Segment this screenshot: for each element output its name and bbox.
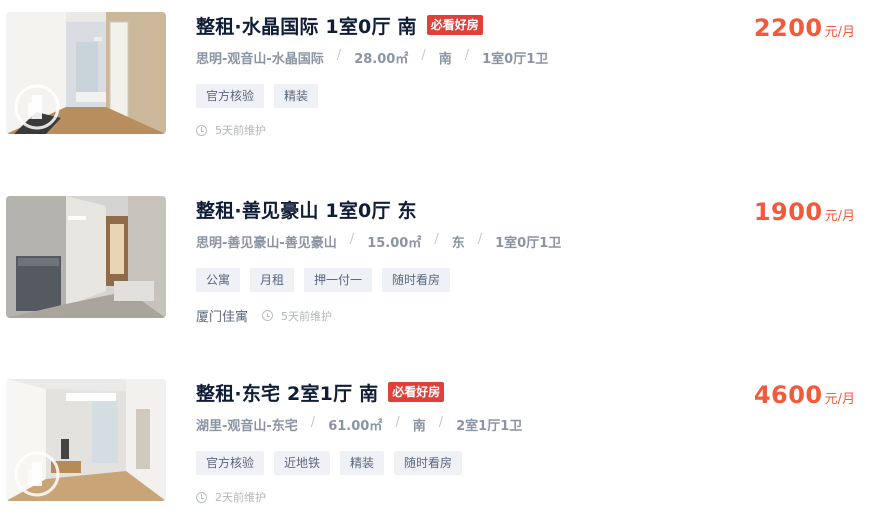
price: 1900 元/月 (754, 198, 855, 226)
price-unit: 元/月 (824, 392, 855, 407)
clock-icon (196, 124, 207, 136)
listing-card[interactable]: 整租·水晶国际 1室0厅 南 必看好房 思明-观音山-水晶国际/ 28.00㎡ /… (0, 12, 871, 152)
tag: 官方核验 (196, 84, 265, 108)
maintained-time: 5天前维护 (281, 309, 333, 323)
tag: 官方核验 (196, 451, 265, 475)
price: 2200 元/月 (754, 14, 855, 42)
room-layout: 2室1厅1卫 (456, 419, 523, 434)
listing-description: 湖里-观音山-东宅/ 61.00㎡ / 南/ 2室1厅1卫 (196, 415, 523, 434)
tag-list: 官方核验 近地铁 精装 随时看房 (196, 451, 472, 475)
price-value: 1900 (753, 198, 823, 226)
listing-title[interactable]: 整租·善见豪山 1室0厅 东 (196, 196, 417, 223)
must-see-badge: 必看好房 (388, 382, 445, 402)
tag: 近地铁 (274, 451, 331, 475)
clock-icon (262, 310, 274, 321)
location[interactable]: 思明-观音山-水晶国际 (196, 48, 324, 67)
listing-meta: 2天前维护 (196, 489, 266, 505)
tag: 精装 (274, 84, 319, 108)
price-unit: 元/月 (824, 209, 855, 224)
area: 28.00㎡ (354, 52, 409, 67)
agency-name[interactable]: 厦门佳寓 (196, 306, 248, 325)
vr-360-icon (14, 84, 60, 130)
orientation: 东 (451, 236, 465, 251)
tag: 押一付一 (304, 268, 373, 292)
area: 61.00㎡ (328, 419, 383, 434)
location[interactable]: 湖里-观音山-东宅 (196, 415, 298, 434)
listing-card[interactable]: 整租·东宅 2室1厅 南 必看好房 湖里-观音山-东宅/ 61.00㎡ / 南 / … (0, 379, 871, 519)
tag: 精装 (340, 451, 385, 475)
maintained-time: 2天前维护 (215, 491, 266, 504)
listing-title[interactable]: 整租·水晶国际 1室0厅 南 (196, 12, 417, 39)
listing-meta: 厦门佳寓 5天前维护 (196, 306, 333, 326)
tag: 随时看房 (382, 268, 451, 292)
listing-description: 思明-观音山-水晶国际/ 28.00㎡ / 南/ 1室0厅1卫 (196, 48, 549, 67)
location[interactable]: 思明-善见豪山-善见豪山 (196, 232, 337, 251)
listing-title[interactable]: 整租·东宅 2室1厅 南 (196, 379, 378, 406)
orientation: 南 (438, 52, 452, 67)
listing-photo[interactable] (6, 379, 166, 501)
orientation: 南 (412, 419, 426, 434)
maintained-time: 5天前维护 (215, 124, 266, 137)
tag-list: 官方核验 精装 (196, 84, 328, 108)
listing-card[interactable]: 整租·善见豪山 1室0厅 东 思明-善见豪山-善见豪山/ 15.00㎡ / 东 / … (0, 196, 871, 336)
tag: 公寓 (196, 268, 241, 292)
price-unit: 元/月 (824, 25, 855, 40)
clock-icon (196, 491, 207, 503)
tag-list: 公寓 月租 押一付一 随时看房 (196, 268, 460, 292)
listing-description: 思明-善见豪山-善见豪山/ 15.00㎡ / 东/ 1室0厅1卫 (196, 232, 562, 251)
price: 4600 元/月 (754, 381, 855, 409)
area: 15.00㎡ (367, 236, 422, 251)
room-layout: 1室0厅1卫 (482, 52, 549, 67)
must-see-badge: 必看好房 (426, 15, 483, 35)
tag: 随时看房 (394, 451, 463, 475)
room-layout: 1室0厅1卫 (495, 236, 562, 251)
price-value: 4600 (753, 381, 823, 409)
listing-meta: 5天前维护 (196, 122, 266, 138)
listing-photo[interactable] (6, 12, 166, 134)
vr-360-icon (14, 451, 60, 497)
listing-photo[interactable] (6, 196, 166, 318)
tag: 月租 (250, 268, 295, 292)
price-value: 2200 (753, 14, 823, 42)
